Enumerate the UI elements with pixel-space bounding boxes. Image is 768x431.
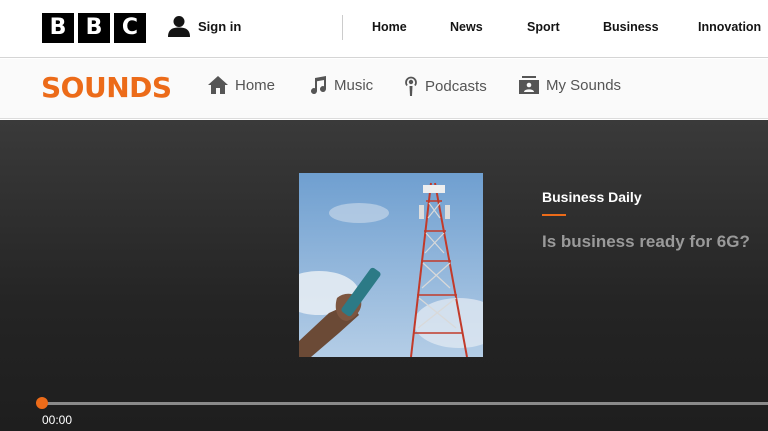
bbc-logo-letter: C <box>114 13 146 43</box>
bbc-top-bar: B B C Sign in Home News Sport Business I… <box>0 0 768 58</box>
sounds-nav-home-label: Home <box>235 76 276 94</box>
progress-bar[interactable] <box>42 402 768 405</box>
episode-title: Is business ready for 6G? <box>542 232 750 251</box>
sign-in-button[interactable]: Sign in <box>168 15 241 37</box>
topnav-sport[interactable]: Sport <box>527 20 560 34</box>
bbc-logo-letter: B <box>42 13 74 43</box>
show-title[interactable]: Business Daily <box>542 189 642 205</box>
cell-tower-phone-image <box>299 173 483 357</box>
sounds-nav-bar: SOUNDS Home Music Podcasts My Sounds <box>0 59 768 119</box>
sounds-nav-music-label: Music <box>334 76 374 94</box>
user-icon <box>168 16 190 37</box>
episode-player: Business Daily Is business ready for 6G?… <box>0 120 768 431</box>
sounds-nav-home[interactable]: Home <box>208 76 275 94</box>
topnav-innovation[interactable]: Innovation <box>698 20 761 34</box>
sign-in-label: Sign in <box>198 18 242 34</box>
sounds-nav-podcasts-label: Podcasts <box>425 77 487 95</box>
topnav-news[interactable]: News <box>450 20 483 34</box>
sounds-logo[interactable]: SOUNDS <box>41 71 172 104</box>
bbc-logo-letter: B <box>78 13 110 43</box>
bbc-logo[interactable]: B B C <box>42 13 146 43</box>
sounds-nav-my-sounds[interactable]: My Sounds <box>519 76 621 94</box>
title-underline <box>542 214 566 216</box>
sounds-nav-music[interactable]: Music <box>309 76 373 94</box>
progress-handle[interactable] <box>36 397 48 409</box>
episode-artwork <box>299 173 483 357</box>
elapsed-time: 00:00 <box>42 413 73 427</box>
music-note-icon <box>311 76 327 94</box>
topnav-home[interactable]: Home <box>372 20 407 34</box>
my-sounds-icon <box>519 76 539 94</box>
home-icon <box>208 76 228 94</box>
podcast-icon <box>405 76 417 96</box>
topnav-business[interactable]: Business <box>603 20 659 34</box>
nav-divider <box>342 15 343 40</box>
sounds-nav-podcasts[interactable]: Podcasts <box>404 76 487 96</box>
sounds-nav-my-sounds-label: My Sounds <box>546 76 622 94</box>
